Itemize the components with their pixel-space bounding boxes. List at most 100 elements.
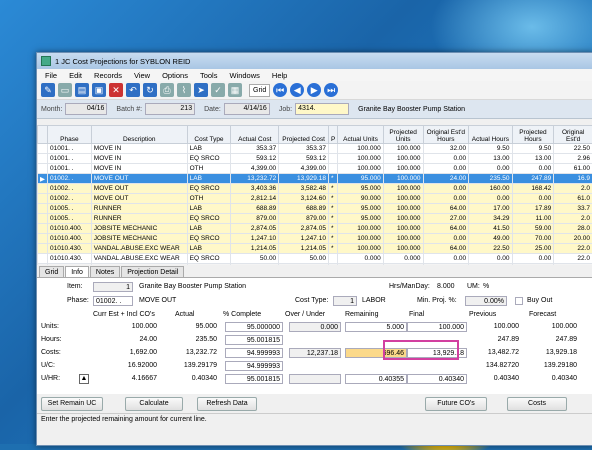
pct-complete-field[interactable]: 94.999993 xyxy=(225,348,283,358)
col-orig-est[interactable]: Original Est'd xyxy=(554,126,592,144)
expand-arrow-icon[interactable]: ▲ xyxy=(79,374,89,384)
pct-complete-field[interactable]: 95.001815 xyxy=(225,335,283,345)
save-icon[interactable]: ▣ xyxy=(92,83,106,97)
col-orig-hours[interactable]: Original Est'd Hours xyxy=(423,126,469,144)
table-cell[interactable]: 3,124.60 xyxy=(279,194,329,204)
table-cell[interactable]: 160.00 xyxy=(469,184,512,194)
table-cell[interactable]: 27.00 xyxy=(423,214,469,224)
table-cell[interactable]: EQ SRCO xyxy=(187,234,231,244)
over-under-field[interactable] xyxy=(289,335,341,345)
filter-icon[interactable]: ▦ xyxy=(228,83,242,97)
table-row[interactable]: 01001. .MOVE INLAB353.37353.37100.000100… xyxy=(38,144,592,154)
open-icon[interactable]: ▤ xyxy=(75,83,89,97)
remaining-field[interactable]: 5.000 xyxy=(345,322,407,332)
table-cell[interactable]: 17.89 xyxy=(512,204,554,214)
table-cell[interactable]: 2.96 xyxy=(554,154,592,164)
table-cell[interactable]: 01001. . xyxy=(48,154,92,164)
over-under-field[interactable] xyxy=(289,361,341,371)
pct-complete-field[interactable]: 95.001815 xyxy=(225,374,283,384)
table-cell[interactable]: 13,232.72 xyxy=(231,174,279,184)
table-cell[interactable]: 235.50 xyxy=(469,174,512,184)
menu-file[interactable]: File xyxy=(45,71,57,80)
table-cell[interactable]: EQ SRCO xyxy=(187,154,231,164)
table-cell[interactable]: 01010.430. xyxy=(48,254,92,264)
col-actual-cost[interactable]: Actual Cost xyxy=(231,126,279,144)
table-cell[interactable]: 64.00 xyxy=(423,224,469,234)
table-cell[interactable]: 100.000 xyxy=(383,184,423,194)
table-cell[interactable]: 100.000 xyxy=(383,144,423,154)
table-cell[interactable]: RUNNER xyxy=(91,204,187,214)
tab-projection-detail[interactable]: Projection Detail xyxy=(121,266,184,277)
table-cell[interactable]: 168.42 xyxy=(512,184,554,194)
edit-icon[interactable]: ✎ xyxy=(41,83,55,97)
table-cell[interactable]: VANDAL.ABUSE.EXC WEAR xyxy=(91,254,187,264)
table-cell[interactable]: LAB xyxy=(187,144,231,154)
set-remain-uc-button[interactable]: Set Remain UC xyxy=(41,397,103,411)
table-cell[interactable]: 17.00 xyxy=(469,204,512,214)
final-field[interactable] xyxy=(407,361,467,371)
refresh-data-button[interactable]: Refresh Data xyxy=(197,397,257,411)
table-cell[interactable]: 3,582.48 xyxy=(279,184,329,194)
table-cell[interactable]: 9.50 xyxy=(469,144,512,154)
table-cell[interactable]: 2.0 xyxy=(554,184,592,194)
table-cell[interactable]: 100.000 xyxy=(338,144,383,154)
table-cell[interactable] xyxy=(328,154,337,164)
table-cell[interactable]: 20.00 xyxy=(554,234,592,244)
tab-notes[interactable]: Notes xyxy=(90,266,120,277)
table-cell[interactable]: * xyxy=(328,214,337,224)
table-cell[interactable]: RUNNER xyxy=(91,214,187,224)
table-cell[interactable]: EQ SRCO xyxy=(187,184,231,194)
table-cell[interactable]: 2.0 xyxy=(554,214,592,224)
col-p[interactable]: P xyxy=(328,126,337,144)
table-cell[interactable]: 01001. . xyxy=(48,144,92,154)
spellcheck-icon[interactable]: ✓ xyxy=(211,83,225,97)
table-cell[interactable]: 41.50 xyxy=(469,224,512,234)
table-cell[interactable]: 0.00 xyxy=(423,254,469,264)
table-row[interactable]: 01001. .MOVE INEQ SRCO593.12593.12100.00… xyxy=(38,154,592,164)
col-actual-units[interactable]: Actual Units xyxy=(338,126,383,144)
table-cell[interactable]: 688.89 xyxy=(231,204,279,214)
table-cell[interactable]: 01010.400. xyxy=(48,224,92,234)
table-row[interactable]: 01005. .RUNNEREQ SRCO879.00879.00*95.000… xyxy=(38,214,592,224)
cost-type-field[interactable]: 1 xyxy=(333,296,357,306)
table-cell[interactable]: 0.00 xyxy=(512,254,554,264)
table-cell[interactable]: 100.000 xyxy=(383,164,423,174)
table-cell[interactable]: * xyxy=(328,194,337,204)
table-cell[interactable]: 64.00 xyxy=(423,244,469,254)
table-cell[interactable]: 95.000 xyxy=(338,184,383,194)
buyout-checkbox[interactable] xyxy=(515,297,523,305)
table-cell[interactable]: VANDAL.ABUSE.EXC WEAR xyxy=(91,244,187,254)
grid-select[interactable]: Grid xyxy=(249,84,270,97)
table-cell[interactable]: * xyxy=(328,174,337,184)
costs-button[interactable]: Costs xyxy=(507,397,567,411)
col-projected-units[interactable]: Projected Units xyxy=(383,126,423,144)
table-cell[interactable]: 1,247.10 xyxy=(231,234,279,244)
table-cell[interactable]: 0.00 xyxy=(423,234,469,244)
menu-records[interactable]: Records xyxy=(94,71,122,80)
col-projected-hours[interactable]: Projected Hours xyxy=(512,126,554,144)
table-cell[interactable]: * xyxy=(328,234,337,244)
table-cell[interactable]: 01002. . xyxy=(48,174,92,184)
table-cell[interactable]: EQ SRCO xyxy=(187,214,231,224)
job-field[interactable]: 4314. xyxy=(295,103,349,115)
table-cell[interactable]: 0.00 xyxy=(469,194,512,204)
table-cell[interactable]: 11.00 xyxy=(512,214,554,224)
last-record-icon[interactable]: ⏭ xyxy=(324,83,338,97)
table-cell[interactable]: 2,812.14 xyxy=(231,194,279,204)
table-cell[interactable] xyxy=(328,144,337,154)
table-cell[interactable]: 0.00 xyxy=(423,194,469,204)
table-cell[interactable]: 70.00 xyxy=(512,234,554,244)
table-cell[interactable]: 0.00 xyxy=(469,164,512,174)
table-cell[interactable]: 100.000 xyxy=(338,244,383,254)
table-cell[interactable]: 16.9 xyxy=(554,174,592,184)
table-cell[interactable]: * xyxy=(328,204,337,214)
table-row[interactable]: 01010.430.VANDAL.ABUSE.EXC WEAREQ SRCO50… xyxy=(38,254,592,264)
table-cell[interactable]: 879.00 xyxy=(279,214,329,224)
col-actual-hours[interactable]: Actual Hours xyxy=(469,126,512,144)
menu-options[interactable]: Options xyxy=(162,71,188,80)
table-cell[interactable]: * xyxy=(328,244,337,254)
first-record-icon[interactable]: ⏮ xyxy=(273,83,287,97)
table-cell[interactable]: 100.000 xyxy=(338,164,383,174)
batch-field[interactable]: 213 xyxy=(145,103,195,115)
table-cell[interactable]: 22.50 xyxy=(554,144,592,154)
